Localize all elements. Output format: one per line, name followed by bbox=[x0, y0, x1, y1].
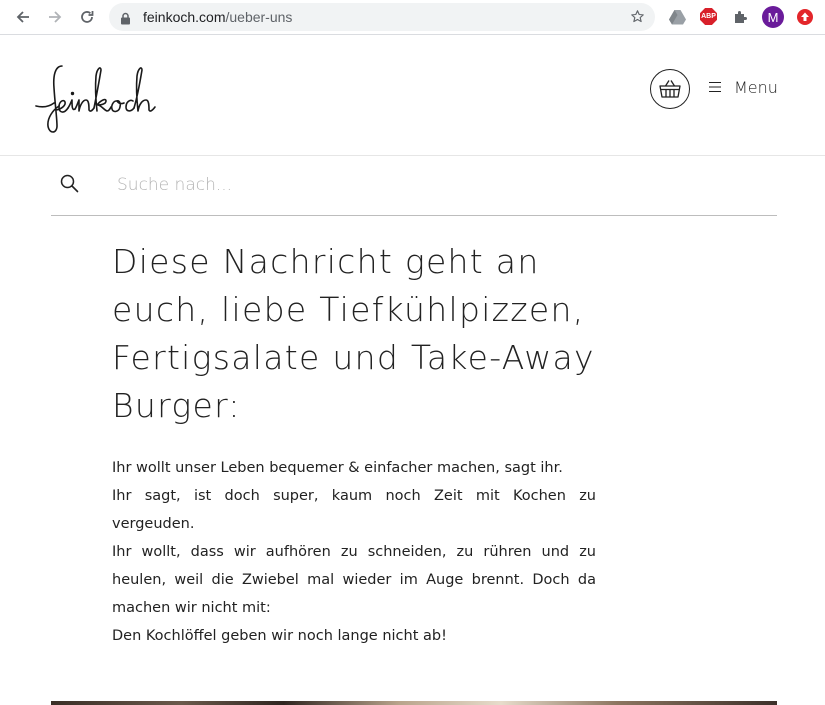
intro-paragraph: Den Kochlöffel geben wir noch lange nich… bbox=[112, 628, 447, 644]
update-icon[interactable] bbox=[797, 9, 813, 25]
browser-toolbar: feinkoch.com/ueber-uns ABP M bbox=[0, 0, 825, 35]
reload-icon[interactable] bbox=[76, 6, 98, 28]
extensions-puzzle-icon[interactable] bbox=[731, 7, 751, 27]
forward-icon[interactable] bbox=[44, 6, 66, 28]
feinkoch-logo-script bbox=[35, 65, 156, 133]
adblock-plus-icon[interactable]: ABP bbox=[700, 8, 717, 25]
menu-label: Menu bbox=[734, 77, 778, 97]
cart-button[interactable] bbox=[650, 69, 690, 109]
page-headline: Diese Nachricht geht an euch, liebe Tief… bbox=[112, 242, 595, 425]
intro-paragraph: Ihr wollt, dass wir aufhören zu schneide… bbox=[112, 544, 596, 616]
menu-button[interactable]: Menu bbox=[709, 75, 778, 99]
star-icon[interactable] bbox=[630, 9, 645, 28]
url-path: /ueber-uns bbox=[225, 9, 293, 25]
basket-icon bbox=[659, 80, 681, 98]
feinkoch-logo[interactable] bbox=[34, 62, 158, 140]
site-header: Menu bbox=[0, 35, 825, 156]
url-host: feinkoch.com bbox=[143, 9, 226, 25]
intro-paragraph: Ihr sagt, ist doch super, kaum noch Zeit… bbox=[112, 488, 596, 532]
hero-image-top-edge bbox=[51, 701, 777, 705]
address-bar[interactable]: feinkoch.com/ueber-uns bbox=[109, 3, 655, 31]
hamburger-icon bbox=[709, 81, 721, 93]
search-icon[interactable] bbox=[60, 174, 79, 197]
intro-text: Ihr wollt unser Leben bequemer & einfach… bbox=[112, 454, 596, 650]
search-input[interactable] bbox=[117, 171, 717, 199]
profile-avatar[interactable]: M bbox=[762, 6, 784, 28]
avatar-letter: M bbox=[767, 9, 779, 25]
lock-icon[interactable] bbox=[120, 10, 131, 29]
google-drive-icon[interactable] bbox=[667, 7, 687, 27]
adblock-plus-label: ABP bbox=[701, 13, 716, 20]
intro-paragraph: Ihr wollt unser Leben bequemer & einfach… bbox=[112, 460, 563, 476]
url-text: feinkoch.com/ueber-uns bbox=[143, 8, 292, 26]
search-bar bbox=[51, 157, 777, 216]
back-icon[interactable] bbox=[12, 6, 34, 28]
